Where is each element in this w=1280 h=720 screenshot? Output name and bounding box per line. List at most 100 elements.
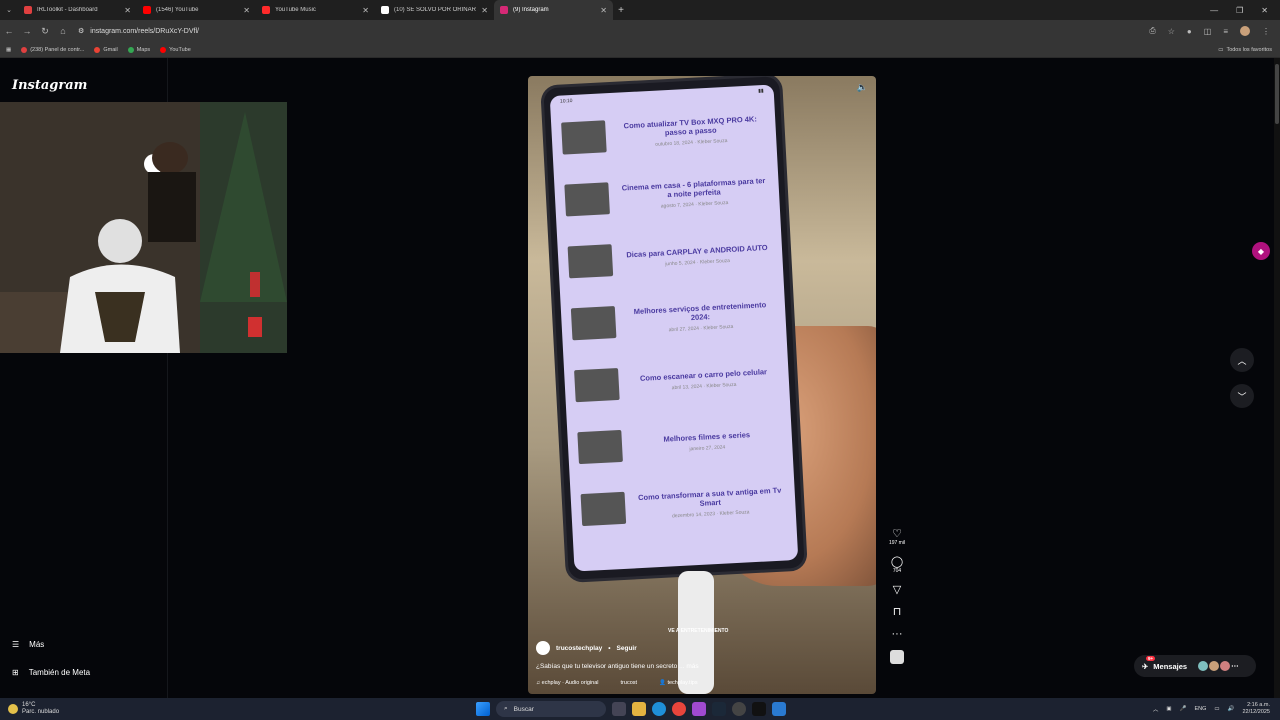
tab-close-icon[interactable]: ✕ — [124, 6, 131, 15]
page-scrollbar[interactable] — [1274, 58, 1280, 698]
bookmark-item[interactable]: (238) Panel de contr... — [21, 46, 85, 53]
media-control-icon[interactable]: ≡ — [1223, 27, 1228, 36]
browser-tab[interactable]: IRLToolkit - Dashboard ✕ — [18, 0, 137, 20]
tab-close-icon[interactable]: ✕ — [362, 6, 369, 15]
phone-image: 10:10 ▮▮ Como atualizar TV Box MXQ PRO 4K… — [543, 76, 805, 580]
tab-title: (9) Instagram — [513, 7, 549, 13]
browser-tab[interactable]: YouTube Music ✕ — [256, 0, 375, 20]
bookmark-star-icon[interactable]: ☆ — [1168, 27, 1175, 36]
bookmark-label: YouTube — [169, 46, 191, 53]
volume-icon[interactable]: 🔈 — [857, 82, 868, 93]
install-icon[interactable]: ⎙ — [1149, 26, 1155, 36]
tab-close-icon[interactable]: ✕ — [481, 6, 488, 15]
home-icon[interactable]: ⌂ — [54, 26, 72, 36]
save-button[interactable]: ⊓ — [893, 606, 902, 618]
weather-text: Parc. nublado — [22, 709, 60, 715]
follow-button[interactable]: Seguir — [617, 645, 637, 652]
like-button[interactable]: ♡ 197 mil — [889, 528, 905, 546]
bookmark-label: (238) Panel de contr... — [30, 46, 85, 53]
extensions-puzzle-icon[interactable]: ◫ — [1204, 27, 1212, 36]
language-indicator[interactable]: ENG — [1194, 706, 1206, 712]
sidebar-meta[interactable]: ⊞ También de Meta — [12, 668, 90, 677]
browser-tab[interactable]: (10) SE SOLVO POR ORINAR - X ✕ — [375, 0, 494, 20]
clock[interactable]: 2:16 a.m. 22/12/2025 — [1242, 702, 1270, 716]
apps-grid-icon[interactable]: ▦ — [6, 47, 11, 53]
article-title: Como transformar a sua tv antiga em Tv S… — [637, 485, 782, 508]
reel-video[interactable]: 10:10 ▮▮ Como atualizar TV Box MXQ PRO 4K… — [528, 76, 876, 694]
tab-title: (10) SE SOLVO POR ORINAR - X — [394, 7, 477, 13]
meta-icon: ⊞ — [12, 668, 19, 677]
browser-tab[interactable]: (9) Instagram ✕ — [494, 0, 613, 20]
site-info-icon[interactable]: ⚙ — [78, 27, 84, 35]
extension-icon[interactable]: ● — [1187, 27, 1192, 36]
scrollbar-thumb[interactable] — [1275, 64, 1279, 124]
audio-label[interactable]: ♫ echplay · Audio original — [536, 680, 599, 686]
reel-caption[interactable]: ¿Sabías que tu televisor antiguo tiene u… — [536, 663, 816, 670]
taskbar-search[interactable]: ⌕ Buscar — [496, 701, 606, 717]
comment-button[interactable]: ◯ 704 — [891, 556, 903, 574]
browser-tab[interactable]: (1546) YouTube ✕ — [137, 0, 256, 20]
new-tab-button[interactable]: + — [613, 5, 629, 16]
bookmark-item[interactable]: YouTube — [160, 46, 191, 53]
back-icon[interactable]: ← — [0, 26, 18, 36]
more-options-button[interactable]: ··· — [892, 628, 903, 640]
author-avatar[interactable] — [536, 641, 550, 655]
bookmark-item[interactable]: Maps — [127, 46, 150, 53]
app-icon-2[interactable] — [772, 702, 786, 716]
phone-article-item: Como atualizar TV Box MXQ PRO 4K: passo … — [550, 96, 777, 170]
tag-trucost[interactable]: trucost — [621, 680, 638, 686]
author-username[interactable]: trucostechplay — [556, 645, 602, 652]
url-text: instagram.com/reels/DRuXcY-DVfl/ — [90, 27, 199, 35]
steam-icon[interactable] — [712, 702, 726, 716]
sidebar-more[interactable]: ☰ Más — [12, 640, 44, 649]
bookmark-item[interactable]: Gmail — [94, 46, 118, 53]
minimize-icon[interactable]: — — [1210, 6, 1218, 15]
tray-app-icon[interactable]: ▣ — [1166, 706, 1171, 712]
browser-menu-icon[interactable]: ⋮ — [1262, 27, 1270, 36]
edge-icon[interactable] — [652, 702, 666, 716]
speaker-icon[interactable]: 🔊 — [1228, 706, 1235, 712]
chrome-icon[interactable] — [672, 702, 686, 716]
microphone-icon[interactable]: 🎤 — [1180, 706, 1187, 712]
restore-icon[interactable]: ❐ — [1236, 6, 1243, 15]
messages-badge: 9+ — [1146, 656, 1156, 661]
network-icon[interactable]: ▭ — [1214, 706, 1219, 712]
share-button[interactable]: ▽ — [893, 584, 901, 596]
tab-favicon-icon — [500, 6, 508, 14]
file-explorer-icon[interactable] — [632, 702, 646, 716]
extension-floating-button[interactable]: ◆ — [1252, 242, 1270, 260]
instagram-logo[interactable]: Instagram — [12, 78, 87, 93]
close-window-icon[interactable]: ✕ — [1261, 6, 1268, 15]
all-bookmarks[interactable]: ▭ Todos los favoritos — [1218, 47, 1280, 53]
audio-thumbnail[interactable] — [890, 650, 904, 664]
previous-reel-button[interactable]: ︿ — [1230, 348, 1254, 372]
task-view-icon[interactable] — [612, 702, 626, 716]
tag-techplay-text: techplay.tips — [667, 680, 698, 686]
tab-favicon-icon — [24, 6, 32, 14]
obs-icon[interactable] — [732, 702, 746, 716]
phone-screen: 10:10 ▮▮ Como atualizar TV Box MXQ PRO 4K… — [549, 84, 799, 572]
tab-search-icon[interactable]: ⌄ — [0, 0, 18, 20]
send-icon: ▽ — [892, 584, 902, 596]
tiktok-icon[interactable] — [752, 702, 766, 716]
bookmark-favicon-icon — [21, 46, 28, 53]
search-icon: ⌕ — [504, 705, 508, 712]
profile-avatar[interactable] — [1240, 26, 1250, 36]
chevron-up-icon: ︿ — [1237, 355, 1247, 366]
audio-text: echplay · Audio original — [541, 680, 599, 686]
tag-techplay[interactable]: 👤 techplay.tips — [659, 680, 698, 686]
forward-icon[interactable]: → — [18, 26, 36, 36]
tab-close-icon[interactable]: ✕ — [243, 6, 250, 15]
start-button[interactable] — [476, 702, 490, 716]
messages-button[interactable]: ✈ 9+ Mensajes ⋯ — [1134, 655, 1256, 677]
weather-widget[interactable]: 16°C Parc. nublado — [0, 702, 200, 716]
url-field[interactable]: ⚙ instagram.com/reels/DRuXcY-DVfl/ — [78, 27, 1149, 36]
more-dots-icon: ⋯ — [1231, 661, 1239, 670]
bookmark-label: Gmail — [103, 46, 118, 53]
next-reel-button[interactable]: ﹀ — [1230, 384, 1254, 408]
tab-close-icon[interactable]: ✕ — [600, 6, 607, 15]
reload-icon[interactable]: ↻ — [36, 26, 54, 37]
tray-chevron-icon[interactable]: ︿ — [1153, 705, 1159, 713]
sidebar-more-label: Más — [29, 640, 45, 649]
app-icon[interactable] — [692, 702, 706, 716]
